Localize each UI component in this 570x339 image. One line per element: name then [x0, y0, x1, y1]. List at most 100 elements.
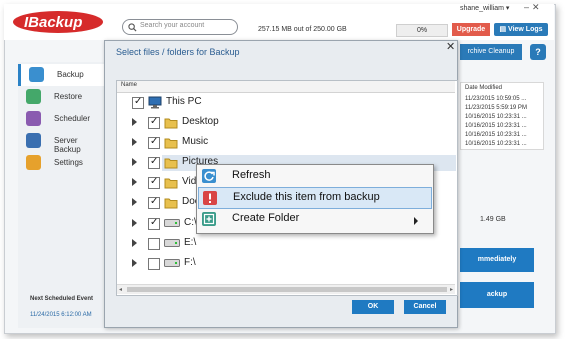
user-menu[interactable]: shane_william ▾: [460, 4, 509, 12]
date-cell: 10/16/2015 10:23:31 ...: [465, 141, 527, 147]
logs-icon: ▤: [499, 26, 509, 33]
expand-arrow-icon[interactable]: [132, 239, 137, 247]
backup-button[interactable]: ackup: [460, 282, 534, 308]
checkbox[interactable]: [148, 176, 160, 189]
total-size-label: 1.49 GB: [480, 216, 506, 223]
tree-row-music[interactable]: Music: [130, 135, 330, 151]
backup-immediately-button[interactable]: mmediately: [460, 248, 534, 272]
date-modified-header: Date Modified: [465, 85, 503, 91]
sidebar-item-label: Scheduler: [54, 114, 91, 123]
checkbox[interactable]: [148, 196, 160, 209]
cancel-button[interactable]: Cancel: [404, 300, 446, 314]
storage-usage-bar: 0%: [396, 24, 448, 37]
view-logs-label: View Logs: [508, 26, 543, 33]
server-icon: [26, 133, 41, 148]
user-name: shane_william: [460, 5, 504, 12]
expand-arrow-icon[interactable]: [132, 198, 137, 206]
tree-row-label: Vid: [182, 176, 197, 187]
expand-arrow-icon[interactable]: [132, 219, 137, 227]
view-logs-button[interactable]: ▤ View Logs: [494, 23, 548, 36]
refresh-icon: [202, 169, 216, 183]
context-item-refresh[interactable]: Refresh: [198, 166, 430, 186]
date-cell: 10/16/2015 10:23:31 ...: [465, 123, 527, 129]
search-icon: [128, 23, 137, 32]
context-item-label: Exclude this item from backup: [233, 191, 380, 203]
date-cell: 10/16/2015 10:23:31 ...: [465, 114, 527, 120]
cloud-upload-icon: [29, 67, 44, 82]
tree-row-this-pc[interactable]: This PC: [128, 95, 328, 111]
tree-row-drive-f[interactable]: F:\: [130, 256, 330, 272]
close-icon[interactable]: ✕: [446, 42, 456, 53]
gear-icon: [26, 155, 41, 170]
create-folder-icon: [202, 212, 216, 226]
date-cell: 11/23/2015 5:59:19 PM: [465, 105, 527, 111]
checkbox[interactable]: [148, 238, 160, 250]
tree-row-desktop[interactable]: Desktop: [130, 115, 330, 131]
next-event-date: 11/24/2015 6:12:00 AM: [30, 312, 92, 318]
computer-icon: [148, 96, 162, 109]
tree-row-drive-e[interactable]: E:\: [130, 236, 330, 252]
ok-button[interactable]: OK: [352, 300, 394, 314]
storage-usage-text: 257.15 MB out of 250.00 GB: [258, 26, 347, 33]
clock-icon: [26, 111, 41, 126]
sidebar-item-scheduler[interactable]: Scheduler: [18, 108, 106, 130]
expand-arrow-icon[interactable]: [132, 138, 137, 146]
upgrade-button[interactable]: Upgrade: [452, 23, 490, 36]
checkbox[interactable]: [132, 96, 144, 109]
tree-row-label: Music: [182, 136, 209, 147]
scroll-right-icon[interactable]: ▸: [450, 286, 453, 293]
tree-row-label: This PC: [166, 96, 202, 107]
sidebar-item-label: Settings: [54, 158, 83, 167]
drive-icon: [164, 239, 180, 247]
horizontal-scrollbar[interactable]: ◂ ▸: [117, 284, 455, 294]
sidebar-item-label: Backup: [57, 70, 84, 79]
tree-row-videos[interactable]: Vid: [130, 175, 200, 191]
tree-row-documents[interactable]: Doc: [130, 195, 200, 211]
expand-arrow-icon[interactable]: [132, 259, 137, 267]
sidebar-item-settings[interactable]: Settings: [18, 152, 106, 174]
archive-cleanup-button[interactable]: rchive Cleanup: [460, 44, 522, 60]
folder-icon: [164, 198, 178, 209]
checkbox[interactable]: [148, 258, 160, 270]
checkbox[interactable]: [148, 116, 160, 129]
context-item-label: Create Folder: [232, 212, 300, 224]
context-item-exclude[interactable]: Exclude this item from backup: [198, 187, 432, 209]
window-controls[interactable]: –✕: [524, 2, 543, 13]
context-item-create-folder[interactable]: Create Folder: [198, 209, 430, 229]
ibackup-logo: IBackup: [12, 10, 104, 40]
checkbox[interactable]: [148, 217, 160, 230]
tree-row-label: Desktop: [182, 116, 219, 127]
folder-icon: [164, 118, 178, 129]
tree-row-label: C:\: [184, 217, 197, 228]
drive-icon: [164, 219, 180, 227]
checkbox[interactable]: [148, 136, 160, 149]
submenu-arrow-icon: [414, 217, 418, 225]
expand-arrow-icon[interactable]: [132, 158, 137, 166]
folder-icon: [164, 158, 178, 169]
sidebar-item-server-backup[interactable]: Server Backup: [18, 130, 106, 154]
folder-icon: [164, 178, 178, 189]
expand-arrow-icon[interactable]: [132, 118, 137, 126]
search-placeholder: Search your account: [140, 22, 205, 29]
search-input[interactable]: Search your account: [122, 19, 238, 35]
tree-row-label: E:\: [184, 237, 197, 248]
exclude-icon: [203, 191, 217, 205]
logo-text: IBackup: [24, 14, 82, 31]
scroll-left-icon[interactable]: ◂: [119, 286, 122, 293]
checkbox[interactable]: [148, 156, 160, 169]
date-cell: 10/16/2015 10:23:31 ...: [465, 132, 527, 138]
column-name-label: Name: [121, 82, 138, 88]
drive-icon: [164, 259, 180, 267]
sidebar-item-restore[interactable]: Restore: [18, 86, 106, 108]
scrollbar-thumb[interactable]: [127, 287, 447, 292]
help-button[interactable]: ?: [530, 44, 546, 60]
tree-row-drive-c[interactable]: C:\: [130, 216, 200, 232]
expand-arrow-icon[interactable]: [132, 178, 137, 186]
context-item-label: Refresh: [232, 169, 271, 181]
tree-row-label: F:\: [184, 257, 196, 268]
sidebar-item-label: Restore: [54, 92, 83, 101]
date-cell: 11/23/2015 10:59:05 ...: [465, 96, 527, 102]
sidebar-item-backup[interactable]: Backup: [18, 64, 109, 86]
tree-column-header[interactable]: Name: [117, 81, 455, 93]
next-event-title: Next Scheduled Event: [30, 296, 94, 302]
